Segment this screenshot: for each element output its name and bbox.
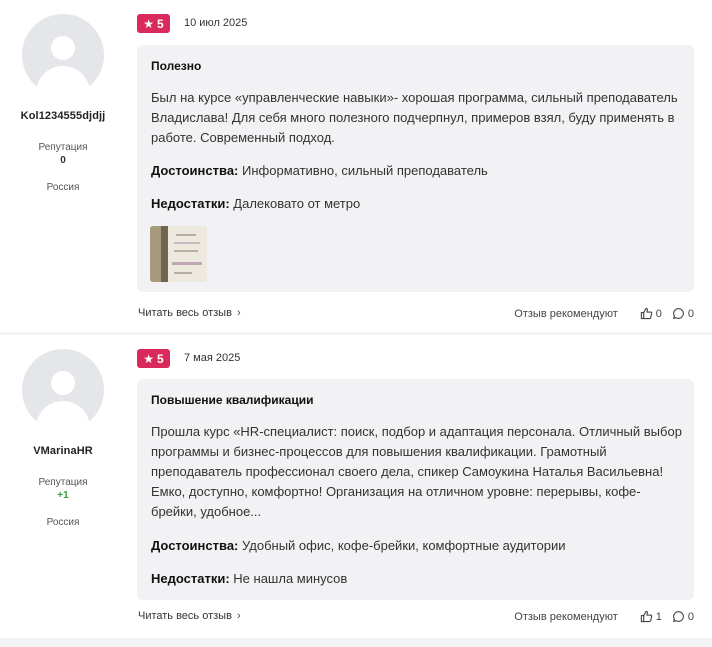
review-pros: Достоинства: Информативно, сильный препо… [151, 163, 488, 178]
recommends-label: Отзыв рекомендуют [514, 610, 618, 623]
cons-label: Недостатки: [151, 196, 230, 211]
pros-label: Достоинства: [151, 163, 239, 178]
reputation-label: Репутация [38, 477, 88, 488]
avatar-body-shape [36, 66, 90, 96]
like-button[interactable]: 1 [640, 610, 662, 623]
comments-button[interactable]: 0 [672, 307, 694, 320]
pros-text: Информативно, сильный преподаватель [242, 163, 488, 178]
avatar[interactable] [22, 349, 104, 431]
avatar-body-shape [36, 401, 90, 431]
review-pros: Достоинства: Удобный офис, кофе-брейки, … [151, 538, 565, 553]
review-card: VMarinaHR Репутация +1 Россия ★ 5 7 мая … [0, 335, 712, 638]
comments-button[interactable]: 0 [672, 610, 694, 623]
review-title: Полезно [151, 59, 202, 73]
read-more-label: Читать весь отзыв [138, 307, 232, 319]
review-date: 7 мая 2025 [184, 352, 241, 364]
author-country: Россия [46, 517, 80, 528]
rating-badge: ★ 5 [137, 14, 170, 33]
reputation-value: 0 [60, 155, 66, 166]
cons-label: Недостатки: [151, 571, 230, 586]
review-text: Прошла курс «HR-специалист: поиск, подбо… [151, 424, 682, 519]
review-author: Kol1234555djdjj Репутация 0 Россия [0, 14, 126, 193]
review-photo-thumbnail[interactable] [150, 226, 207, 282]
comment-count: 0 [687, 610, 694, 623]
review-body: Повышение квалификации Прошла курс «HR-с… [137, 379, 694, 600]
cons-text: Не нашла минусов [233, 571, 348, 586]
review-author: VMarinaHR Репутация +1 Россия [0, 349, 126, 528]
star-icon: ★ [143, 351, 155, 366]
rating-value: 5 [157, 16, 164, 31]
chevron-right-icon: › [236, 307, 241, 319]
pros-label: Достоинства: [151, 538, 239, 553]
thumbs-up-icon [640, 610, 653, 623]
like-button[interactable]: 0 [640, 307, 662, 320]
like-count: 1 [655, 610, 662, 623]
read-more-label: Читать весь отзыв [138, 610, 232, 622]
review-body: Полезно Был на курсе «управленческие нав… [137, 45, 694, 292]
review-actions: Отзыв рекомендуют 1 0 [514, 610, 694, 623]
thumbs-up-icon [640, 307, 653, 320]
reputation-label: Репутация [38, 142, 88, 153]
review-card: Kol1234555djdjj Репутация 0 Россия ★ 5 1… [0, 0, 712, 332]
read-full-review-link[interactable]: Читать весь отзыв › [138, 307, 241, 319]
avatar-head-shape [51, 36, 75, 60]
cons-text: Далековато от метро [233, 196, 361, 211]
like-count: 0 [655, 307, 662, 320]
avatar-head-shape [51, 371, 75, 395]
chevron-right-icon: › [236, 610, 241, 622]
read-full-review-link[interactable]: Читать весь отзыв › [138, 610, 241, 622]
review-date: 10 июл 2025 [184, 17, 248, 29]
rating-badge: ★ 5 [137, 349, 170, 368]
review-text: Был на курсе «управленческие навыки»- хо… [151, 90, 678, 145]
comment-icon [672, 611, 684, 622]
author-country: Россия [46, 182, 80, 193]
comment-icon [672, 308, 684, 319]
review-actions: Отзыв рекомендуют 0 0 [514, 307, 694, 320]
review-title: Повышение квалификации [151, 393, 314, 407]
reputation-value: +1 [57, 490, 69, 501]
review-cons: Недостатки: Далековато от метро [151, 196, 360, 211]
author-name[interactable]: VMarinaHR [0, 445, 126, 457]
star-icon: ★ [143, 16, 155, 31]
pros-text: Удобный офис, кофе-брейки, комфортные ау… [242, 538, 566, 553]
comment-count: 0 [687, 307, 694, 320]
recommends-label: Отзыв рекомендуют [514, 307, 618, 320]
rating-value: 5 [157, 351, 164, 366]
avatar[interactable] [22, 14, 104, 96]
author-name[interactable]: Kol1234555djdjj [0, 110, 126, 122]
review-cons: Недостатки: Не нашла минусов [151, 571, 347, 586]
